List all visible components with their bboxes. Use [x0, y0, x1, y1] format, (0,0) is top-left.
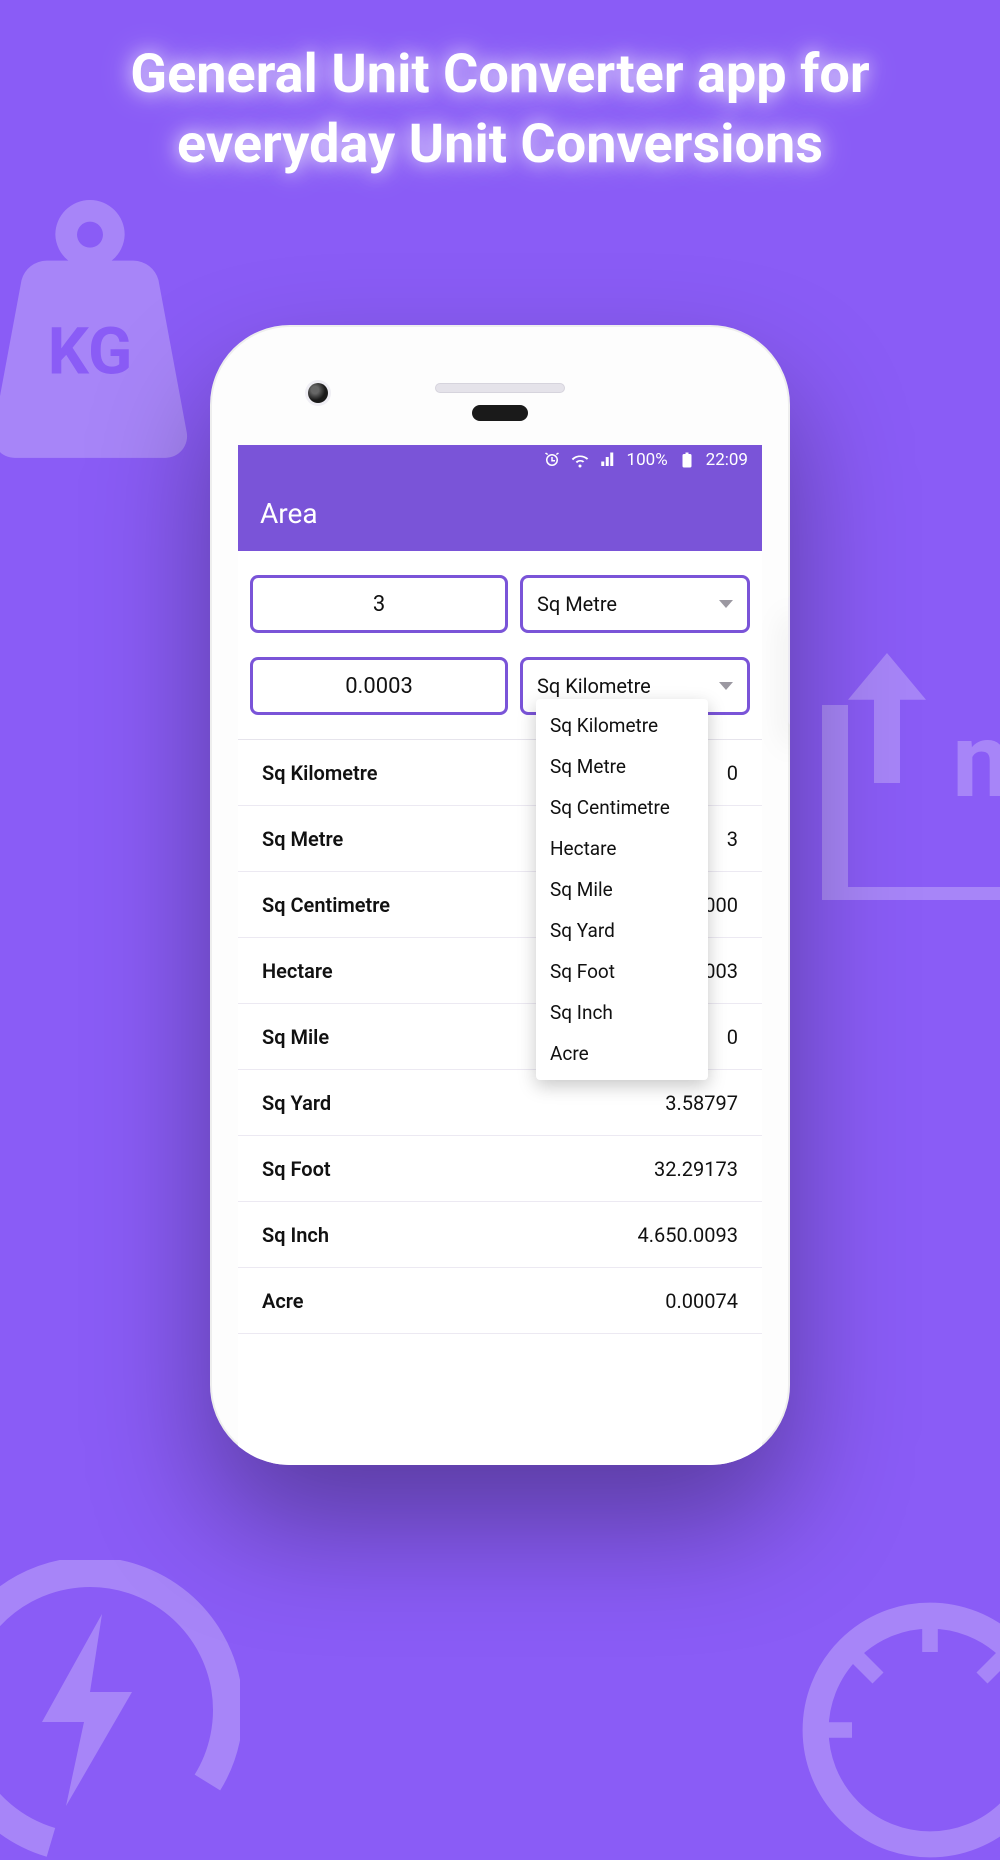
- result-label: Sq Centimetre: [262, 893, 390, 917]
- output-value-field[interactable]: 0.0003: [250, 657, 508, 715]
- status-bar: 100% 22:09: [238, 445, 762, 475]
- phone-sensor-pill: [472, 405, 528, 421]
- dropdown-option[interactable]: Hectare: [536, 828, 708, 869]
- result-label: Sq Yard: [262, 1091, 331, 1115]
- dropdown-option[interactable]: Sq Metre: [536, 746, 708, 787]
- app-bar: Area: [238, 475, 762, 551]
- alarm-icon: [543, 451, 561, 469]
- input-unit-select[interactable]: Sq Metre: [520, 575, 750, 633]
- svg-text:KG: KG: [48, 313, 133, 389]
- signal-icon: [599, 451, 617, 469]
- clock-time: 22:09: [706, 450, 748, 470]
- dropdown-option[interactable]: Sq Yard: [536, 910, 708, 951]
- unit-dropdown-popup: Sq KilometreSq MetreSq CentimetreHectare…: [536, 699, 708, 1080]
- app-bar-title: Area: [260, 497, 318, 530]
- dropdown-caret-icon: [719, 600, 733, 608]
- result-label: Acre: [262, 1289, 304, 1313]
- result-label: Sq Kilometre: [262, 761, 378, 785]
- battery-percent: 100%: [627, 450, 668, 470]
- phone-power-button: [788, 595, 790, 725]
- ruler-icon: m: [770, 640, 1000, 900]
- dropdown-caret-icon: [719, 682, 733, 690]
- dropdown-option[interactable]: Acre: [536, 1033, 708, 1074]
- result-value: 0.00074: [665, 1289, 738, 1313]
- output-unit-label: Sq Kilometre: [537, 674, 651, 698]
- result-label: Sq Mile: [262, 1025, 329, 1049]
- app-screen: 100% 22:09 Area 3 Sq Metre 0.0003 Sq Kil…: [238, 445, 762, 1465]
- result-label: Sq Inch: [262, 1223, 329, 1247]
- dropdown-option[interactable]: Sq Foot: [536, 951, 708, 992]
- wifi-icon: [571, 451, 589, 469]
- result-row: Sq Inch 4.650.0093: [238, 1202, 762, 1268]
- result-row: Acre 0.00074: [238, 1268, 762, 1334]
- result-label: Sq Metre: [262, 827, 343, 851]
- battery-icon: [678, 451, 696, 469]
- dropdown-option[interactable]: Sq Inch: [536, 992, 708, 1033]
- phone-speaker: [435, 383, 565, 393]
- input-row: 3 Sq Metre: [250, 575, 750, 633]
- result-value: 3.58797: [665, 1091, 738, 1115]
- result-label: Hectare: [262, 959, 333, 983]
- input-unit-label: Sq Metre: [537, 592, 617, 616]
- dropdown-option[interactable]: Sq Mile: [536, 869, 708, 910]
- result-value: 3: [727, 827, 738, 851]
- dropdown-option[interactable]: Sq Centimetre: [536, 787, 708, 828]
- result-value: 32.29173: [654, 1157, 738, 1181]
- promo-headline: General Unit Converter app for everyday …: [0, 40, 1000, 180]
- weight-kg-icon: KG: [0, 200, 200, 460]
- result-label: Sq Foot: [262, 1157, 331, 1181]
- svg-text:m: m: [952, 701, 1000, 822]
- result-value: 4.650.0093: [638, 1223, 738, 1247]
- gauge-icon: [800, 1600, 1000, 1860]
- phone-camera: [308, 383, 328, 403]
- result-row: Sq Foot 32.29173: [238, 1136, 762, 1202]
- phone-frame: 100% 22:09 Area 3 Sq Metre 0.0003 Sq Kil…: [210, 325, 790, 1465]
- input-value-field[interactable]: 3: [250, 575, 508, 633]
- dropdown-option[interactable]: Sq Kilometre: [536, 705, 708, 746]
- result-value: 0: [727, 1025, 738, 1049]
- bolt-icon: [0, 1560, 240, 1860]
- result-value: 0: [727, 761, 738, 785]
